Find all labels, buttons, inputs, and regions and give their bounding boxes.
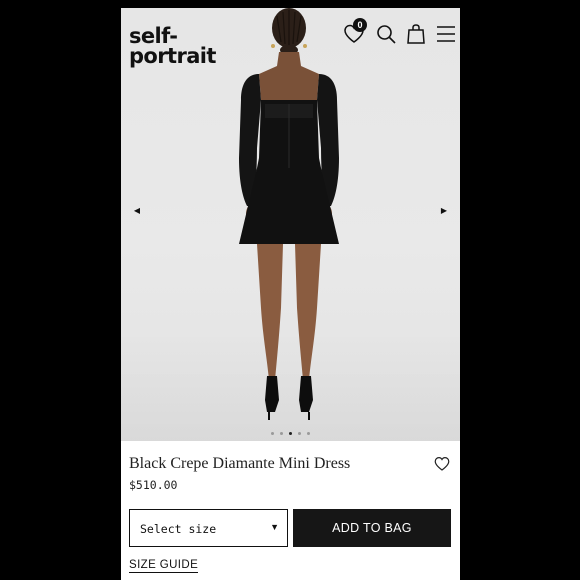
heart-icon [434, 457, 450, 471]
gallery-dot[interactable] [289, 432, 292, 435]
size-select[interactable]: Select size ▼ [129, 509, 288, 547]
product-photo-model [239, 8, 339, 420]
gallery-dot[interactable] [271, 432, 274, 435]
next-image-button[interactable]: ▶ [437, 204, 451, 218]
logo-line-2: portrait [129, 44, 216, 68]
product-page: self- portrait 0 ◀ ▶ Black Crepe Diamant… [121, 8, 460, 580]
gallery-dot[interactable] [307, 432, 310, 435]
wishlist-count-badge: 0 [353, 18, 367, 32]
caret-down-icon: ▼ [270, 522, 279, 532]
brand-logo[interactable]: self- portrait [129, 24, 216, 68]
logo-line-1: self- [129, 24, 178, 48]
header-actions: 0 [342, 18, 455, 50]
gallery-pagination [121, 432, 460, 435]
product-title: Black Crepe Diamante Mini Dress [129, 455, 351, 472]
product-price: $510.00 [129, 478, 178, 492]
gallery-dot[interactable] [280, 432, 283, 435]
product-image-gallery[interactable]: self- portrait 0 ◀ ▶ [121, 8, 460, 441]
previous-image-button[interactable]: ◀ [130, 204, 144, 218]
size-select-label: Select size [140, 522, 217, 536]
size-guide-link[interactable]: SIZE GUIDE [129, 559, 199, 573]
hamburger-menu-icon [437, 26, 455, 42]
wishlist-button[interactable]: 0 [342, 18, 367, 46]
menu-button[interactable] [434, 22, 458, 46]
bag-button[interactable] [404, 22, 428, 46]
search-button[interactable] [374, 22, 398, 46]
add-to-wishlist-button[interactable] [433, 455, 451, 473]
arrow-left-icon: ◀ [133, 206, 141, 215]
arrow-right-icon: ▶ [440, 206, 448, 215]
add-to-bag-button[interactable]: ADD TO BAG [293, 509, 451, 547]
gallery-dot[interactable] [298, 432, 301, 435]
search-icon [377, 25, 396, 44]
shopping-bag-icon [407, 24, 425, 44]
